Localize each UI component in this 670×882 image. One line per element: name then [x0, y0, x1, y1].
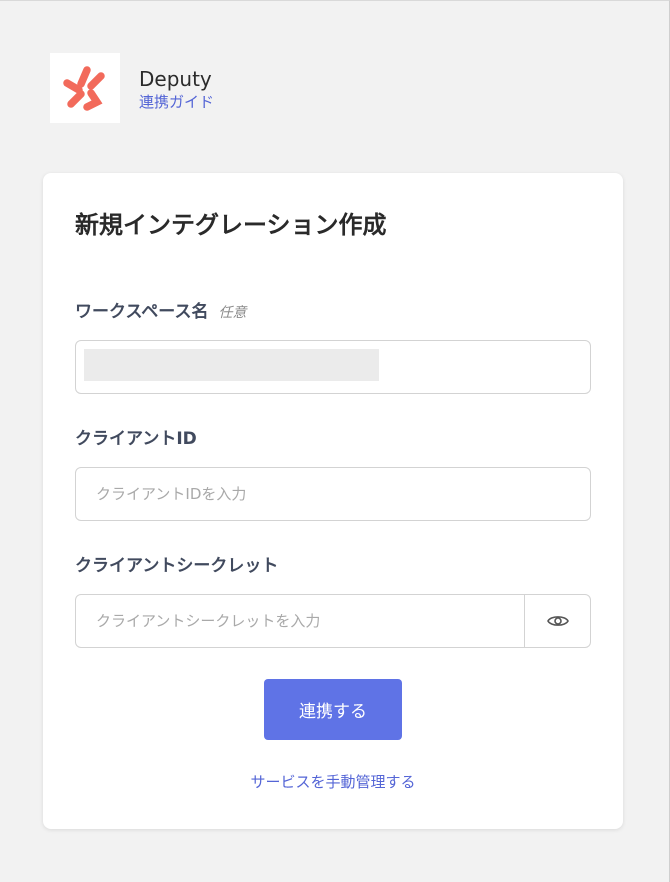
header-text: Deputy 連携ガイド [139, 66, 214, 112]
workspace-name-label-text: ワークスペース名 [75, 302, 209, 322]
app-header: Deputy 連携ガイド [50, 53, 214, 123]
toggle-secret-visibility-button[interactable] [524, 595, 590, 647]
form-title: 新規インテグレーション作成 [75, 211, 387, 239]
deputy-logo-icon [63, 66, 105, 111]
client-secret-input[interactable] [76, 595, 590, 647]
client-secret-label: クライアントシークレット [75, 556, 279, 576]
workspace-name-label: ワークスペース名 任意 [75, 301, 246, 324]
deputy-logo [50, 53, 120, 123]
client-id-field[interactable] [75, 467, 591, 521]
integration-form-card: 新規インテグレーション作成 ワークスペース名 任意 クライアントID クライアント… [43, 173, 623, 829]
client-secret-field[interactable] [75, 594, 591, 648]
client-id-input[interactable] [76, 468, 590, 520]
eye-icon [546, 616, 569, 626]
manual-manage-link[interactable]: サービスを手動管理する [43, 771, 623, 793]
client-id-label: クライアントID [75, 429, 197, 449]
app-name: Deputy [139, 67, 212, 91]
connect-button[interactable]: 連携する [264, 679, 402, 740]
workspace-name-field[interactable] [75, 340, 591, 394]
integration-guide-link[interactable]: 連携ガイド [139, 92, 214, 112]
workspace-name-redacted-value [84, 349, 379, 381]
optional-tag: 任意 [218, 305, 247, 321]
